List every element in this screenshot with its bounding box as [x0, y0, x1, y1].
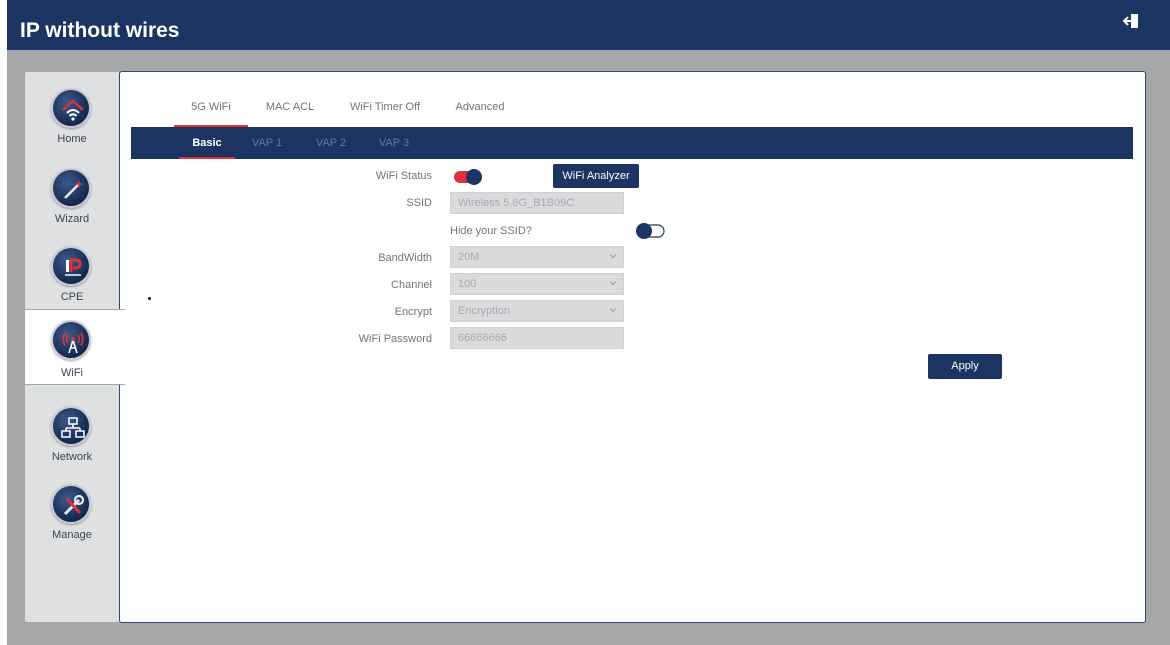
- tools-icon: [51, 484, 91, 524]
- subtab-bar: Basic VAP 1 VAP 2 VAP 3: [131, 127, 1133, 159]
- apply-button[interactable]: Apply: [928, 354, 1002, 379]
- wifi-tower-icon: [51, 320, 91, 360]
- sidebar-item-label: Network: [51, 451, 93, 463]
- bandwidth-value: 20M: [458, 251, 480, 263]
- tab-5g-wifi[interactable]: 5G WiFi: [174, 100, 248, 127]
- wifi-password-label: WiFi Password: [358, 333, 432, 345]
- sidebar-item-label: CPE: [60, 291, 84, 303]
- stray-dot: [148, 297, 151, 300]
- encrypt-select[interactable]: Encryption: [450, 300, 624, 322]
- bandwidth-select[interactable]: 20M: [450, 246, 624, 268]
- sidebar-item-wifi[interactable]: WiFi: [25, 309, 125, 385]
- channel-label: Channel: [391, 279, 432, 291]
- channel-select[interactable]: 100: [450, 273, 624, 295]
- hide-ssid-label: Hide your SSID?: [450, 225, 532, 237]
- tab-wifi-timer-off[interactable]: WiFi Timer Off: [340, 100, 430, 127]
- wifi-analyzer-button[interactable]: WiFi Analyzer: [553, 164, 639, 188]
- wifi-status-label: WiFi Status: [375, 170, 432, 182]
- encrypt-value: Encryption: [458, 305, 510, 317]
- network-icon: [51, 406, 91, 446]
- encrypt-label: Encrypt: [394, 306, 432, 318]
- subtab-basic[interactable]: Basic: [179, 137, 235, 159]
- sidebar-item-label: WiFi: [61, 367, 83, 379]
- chevron-down-icon: [609, 254, 617, 259]
- chevron-down-icon: [609, 308, 617, 313]
- sidebar-item-label: Wizard: [54, 213, 90, 225]
- sidebar-item-wizard[interactable]: Wizard: [25, 160, 119, 236]
- wand-icon: [51, 168, 91, 208]
- bandwidth-label: BandWidth: [378, 252, 432, 264]
- tab-advanced[interactable]: Advanced: [445, 100, 515, 127]
- sidebar-item-manage[interactable]: Manage: [25, 476, 119, 552]
- sidebar-item-home[interactable]: Home: [25, 80, 119, 156]
- logout-icon[interactable]: [1122, 11, 1142, 31]
- ip-mitter-icon: [51, 246, 91, 286]
- chevron-down-icon: [609, 281, 617, 286]
- sidebar-item-label: Home: [57, 133, 87, 145]
- subtab-vap3[interactable]: VAP 3: [370, 137, 418, 159]
- sidebar-item-label: Manage: [52, 529, 92, 541]
- hide-ssid-toggle[interactable]: [634, 222, 666, 245]
- sidebar-item-network[interactable]: Network: [25, 398, 119, 474]
- subtab-vap1[interactable]: VAP 1: [243, 137, 291, 159]
- ssid-label: SSID: [406, 197, 432, 209]
- ssid-input[interactable]: Wireless 5.8G_B1B09C: [450, 192, 624, 214]
- channel-value: 100: [458, 278, 477, 290]
- subtab-vap2[interactable]: VAP 2: [307, 137, 355, 159]
- sidebar-item-cpe[interactable]: CPE: [25, 238, 119, 314]
- app-title: IP without wires: [20, 19, 180, 42]
- tab-mac-acl[interactable]: MAC ACL: [253, 100, 327, 127]
- home-wifi-icon: [51, 88, 91, 128]
- wifi-status-toggle[interactable]: [453, 168, 485, 191]
- top-bar: IP without wires: [7, 0, 1170, 50]
- wifi-password-input[interactable]: 66666666: [450, 327, 624, 349]
